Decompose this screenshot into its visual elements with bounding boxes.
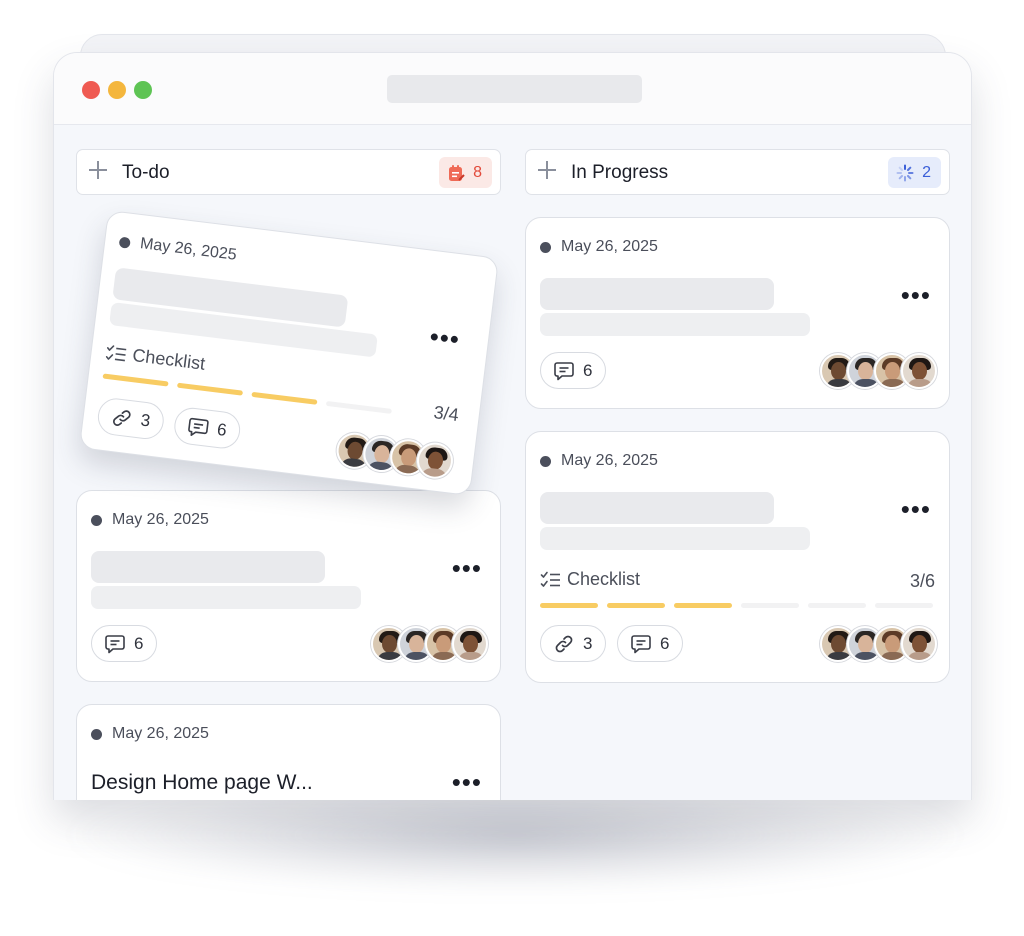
comment-icon xyxy=(554,361,574,380)
comments-button[interactable]: 6 xyxy=(617,625,684,662)
in-progress-count: 2 xyxy=(922,163,931,181)
links-button[interactable]: 3 xyxy=(95,396,167,442)
comment-count: 6 xyxy=(660,633,670,653)
card-date: May 26, 2025 xyxy=(91,511,209,529)
in-progress-count-badge: 2 xyxy=(888,157,941,188)
add-task-icon[interactable] xyxy=(87,159,109,181)
progress-segment-incomplete xyxy=(875,603,933,608)
checklist-text: Checklist xyxy=(567,569,641,589)
progress-segment-complete xyxy=(102,373,169,387)
progress-segment-complete xyxy=(674,603,732,608)
card-date: May 26, 2025 xyxy=(118,233,237,265)
todo-count: 8 xyxy=(473,163,482,181)
comment-count: 6 xyxy=(216,419,228,440)
address-bar[interactable] xyxy=(387,75,642,103)
card-title: Design Home page W... xyxy=(91,771,313,794)
avatar xyxy=(452,626,488,662)
assignee-avatars[interactable] xyxy=(371,626,488,662)
progress-segment-incomplete xyxy=(808,603,866,608)
avatar xyxy=(901,626,937,662)
date-text: May 26, 2025 xyxy=(112,511,209,528)
column-header-todo: To-do 8 xyxy=(76,149,501,195)
date-text: May 26, 2025 xyxy=(139,235,238,264)
more-options-icon[interactable]: ••• xyxy=(901,496,931,522)
date-text: May 26, 2025 xyxy=(112,725,209,742)
comments-button[interactable]: 6 xyxy=(91,625,158,662)
column-header-in-progress: In Progress 2 xyxy=(525,149,950,195)
link-count: 3 xyxy=(139,410,152,431)
title-bar xyxy=(54,53,971,125)
progress-segment-complete xyxy=(176,382,244,396)
more-options-icon[interactable]: ••• xyxy=(901,282,931,308)
links-button[interactable]: 3 xyxy=(540,625,607,662)
close-window-button[interactable] xyxy=(82,81,100,99)
title-placeholder xyxy=(540,278,774,310)
comment-icon xyxy=(105,634,125,653)
assignee-avatars[interactable] xyxy=(820,626,937,662)
subtitle-placeholder xyxy=(91,586,361,609)
column-title-todo: To-do xyxy=(122,162,170,183)
link-count: 3 xyxy=(583,633,593,653)
status-dot xyxy=(91,728,102,740)
subtitle-placeholder xyxy=(540,313,810,336)
task-card[interactable]: May 26, 2025 Design Home page W... ••• xyxy=(76,704,501,800)
status-dot xyxy=(540,455,551,467)
avatar xyxy=(901,353,937,389)
task-list-icon xyxy=(449,164,465,181)
comment-count: 6 xyxy=(134,633,144,653)
date-text: May 26, 2025 xyxy=(561,238,658,255)
status-dot xyxy=(91,514,102,526)
title-placeholder xyxy=(91,551,325,583)
assignee-avatars[interactable] xyxy=(334,430,456,481)
task-card[interactable]: May 26, 2025 ••• 6 xyxy=(76,490,501,682)
comment-icon xyxy=(631,634,651,653)
checklist-label: Checklist xyxy=(540,569,640,590)
app-window: To-do 8 In Progress 2 May 26, 2025 ••• 6… xyxy=(53,52,972,800)
maximize-window-button[interactable] xyxy=(134,81,152,99)
loading-spinner-icon xyxy=(896,164,914,181)
link-icon xyxy=(555,635,573,652)
add-task-icon[interactable] xyxy=(536,159,558,181)
checklist-icon xyxy=(105,344,127,361)
checklist-count: 3/4 xyxy=(432,402,460,426)
checklist-icon xyxy=(540,571,560,587)
status-dot xyxy=(540,241,551,253)
checklist-count: 3/6 xyxy=(909,571,935,591)
title-placeholder xyxy=(540,492,774,524)
todo-count-badge: 8 xyxy=(439,157,492,188)
more-options-icon[interactable]: ••• xyxy=(452,555,482,581)
card-date: May 26, 2025 xyxy=(540,238,658,256)
progress-segment-complete xyxy=(540,603,598,608)
card-date: May 26, 2025 xyxy=(540,452,658,470)
comment-icon xyxy=(188,417,209,436)
column-title-in-progress: In Progress xyxy=(571,162,669,183)
assignee-avatars[interactable] xyxy=(820,353,937,389)
checklist-label: Checklist xyxy=(104,342,206,375)
comments-button[interactable]: 6 xyxy=(540,352,607,389)
task-card[interactable]: May 26, 2025 ••• 6 xyxy=(525,217,950,409)
checklist-text: Checklist xyxy=(131,345,207,374)
dragged-task-card[interactable]: May 26, 2025 ••• Checklist 3/4 3 6 xyxy=(78,209,500,497)
card-date: May 26, 2025 xyxy=(91,725,209,743)
status-dot xyxy=(118,236,131,249)
progress-segment-complete xyxy=(251,391,318,405)
link-icon xyxy=(113,409,131,426)
minimize-window-button[interactable] xyxy=(108,81,126,99)
task-card[interactable]: May 26, 2025 ••• Checklist 3/6 3 6 xyxy=(525,431,950,683)
checklist-progress xyxy=(540,603,933,608)
more-options-icon[interactable]: ••• xyxy=(428,321,462,354)
comment-count: 6 xyxy=(583,360,593,380)
progress-segment-incomplete xyxy=(741,603,799,608)
subtitle-placeholder xyxy=(540,527,810,550)
date-text: May 26, 2025 xyxy=(561,452,658,469)
progress-segment-incomplete xyxy=(325,400,392,414)
comments-button[interactable]: 6 xyxy=(172,405,243,451)
progress-segment-complete xyxy=(607,603,665,608)
more-options-icon[interactable]: ••• xyxy=(452,769,482,795)
